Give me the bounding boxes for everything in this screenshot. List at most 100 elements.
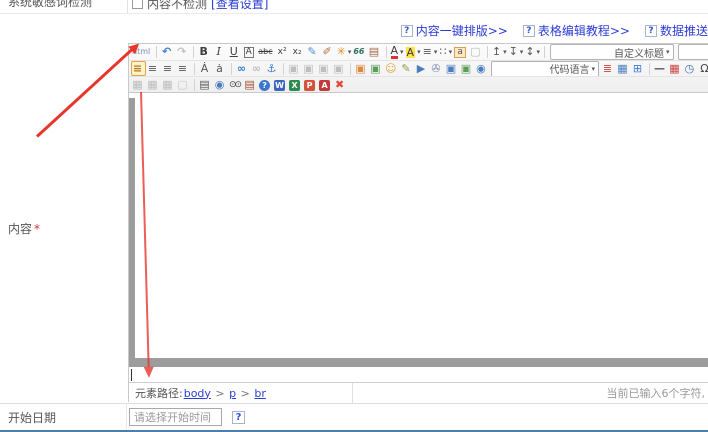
strikethrough-button[interactable]: abc <box>257 45 275 60</box>
start-date-input[interactable] <box>129 408 222 426</box>
font-border-button[interactable]: A <box>242 45 257 60</box>
sensitive-word-field: 内容不检测 [查看设置] <box>127 0 708 13</box>
help-link-anchor[interactable]: 内容一键排版>> <box>416 22 508 39</box>
path-separator: > <box>212 387 228 400</box>
paste-button[interactable]: ▤ <box>243 78 258 93</box>
dropdown-caret-icon: ▾ <box>503 48 507 56</box>
save-remote-image-button[interactable]: ⊞ <box>631 61 646 76</box>
text-cursor <box>131 369 132 381</box>
start-date-row: 开始日期 ? <box>0 403 708 430</box>
auto-typeset-button[interactable]: ✳▾ <box>336 45 353 60</box>
dropdown-caret-icon: ▾ <box>520 48 524 56</box>
remove-format-button[interactable]: ✎ <box>306 45 321 60</box>
paragraph-space-bottom-button[interactable]: ↧▾ <box>508 45 525 60</box>
find-replace-button[interactable]: ⊙⊙ <box>228 78 243 93</box>
attachment-button[interactable]: ✇ <box>429 61 444 76</box>
align-center-button[interactable]: ≡ <box>146 61 161 76</box>
scrawl-button[interactable]: ✎ <box>399 61 414 76</box>
new-document-button[interactable]: ▢ <box>469 45 484 60</box>
editor-content-area[interactable] <box>129 93 708 382</box>
baidu-app-button[interactable]: ◉ <box>474 61 489 76</box>
insert-video-button[interactable]: ▶ <box>414 61 429 76</box>
link-button[interactable]: ∞ <box>235 61 250 76</box>
format-match-button[interactable]: ✐ <box>321 45 336 60</box>
code-language-select[interactable]: 代码语言▾ <box>491 61 599 77</box>
no-detect-checkbox[interactable] <box>132 0 143 9</box>
anchor-button[interactable]: ⚓ <box>265 61 280 76</box>
custom-style-select[interactable]: 自定义标题▾ <box>550 44 674 60</box>
align-right-button[interactable]: ≡ <box>161 61 176 76</box>
date-help-icon[interactable]: ? <box>232 411 245 424</box>
to-lowercase-button[interactable]: ȧ <box>213 61 228 76</box>
background-color-button[interactable]: A▾ <box>405 45 422 60</box>
pdf-import-button[interactable]: A <box>318 78 333 93</box>
dropdown-caret-icon: ▾ <box>666 48 670 56</box>
bold-button[interactable]: B <box>197 45 212 60</box>
help-button[interactable]: ? <box>258 78 273 93</box>
dropdown-caret-icon: ▾ <box>348 48 352 56</box>
dropdown-caret-icon: ▾ <box>400 48 404 56</box>
insert-code-button[interactable]: ≣ <box>601 61 616 76</box>
dropdown-caret-icon: ▾ <box>591 65 595 73</box>
ordered-list-button[interactable]: ≡▾ <box>422 45 439 60</box>
element-path-tag-link[interactable]: br <box>254 387 266 400</box>
insert-time-button[interactable]: ◷ <box>683 61 698 76</box>
paragraph-select[interactable]: 段落▾ <box>678 44 708 60</box>
required-mark: * <box>34 222 40 236</box>
delete-row-button: ▢ <box>176 78 191 93</box>
image-center-button: ▣ <box>317 61 332 76</box>
word-import-button[interactable]: W <box>273 78 288 93</box>
element-path-tag-link[interactable]: p <box>229 387 236 400</box>
dropdown-caret-icon: ▾ <box>417 48 421 56</box>
insert-image-button[interactable]: ▣ <box>354 61 369 76</box>
insert-date-button[interactable]: ▦ <box>668 61 683 76</box>
merge-cells-button: ▦ <box>131 78 146 93</box>
help-link-anchor[interactable]: 数据推送 <box>660 22 708 39</box>
toolbar-row-1: html↶↷BIUAabcx²x₂✎✐✳▾66▤A▾A▾≡▾∷▾a▢↥▾↧▾↕▾… <box>129 44 708 61</box>
unordered-list-button[interactable]: ∷▾ <box>438 45 453 60</box>
paste-plain-button[interactable]: ▤ <box>368 45 383 60</box>
help-link-anchor[interactable]: 表格编辑教程>> <box>538 22 630 39</box>
select-all-button[interactable]: a <box>453 45 469 60</box>
italic-button[interactable]: I <box>212 45 227 60</box>
paragraph-space-top-button[interactable]: ↥▾ <box>491 45 508 60</box>
word-count: 当前已输入6个字符, <box>353 383 708 403</box>
subscript-button[interactable]: x₂ <box>291 45 306 60</box>
image-right-button: ▣ <box>332 61 347 76</box>
rich-text-editor: html↶↷BIUAabcx²x₂✎✐✳▾66▤A▾A▾≡▾∷▾a▢↥▾↧▾↕▾… <box>128 43 708 402</box>
align-justify-button[interactable]: ≡ <box>176 61 191 76</box>
horizontal-rule-button[interactable]: — <box>653 61 668 76</box>
emotion-button[interactable]: ☺ <box>384 61 399 76</box>
blockquote-button[interactable]: 66 <box>352 45 367 60</box>
view-source-button[interactable]: html <box>131 45 153 60</box>
superscript-button[interactable]: x² <box>276 45 291 60</box>
help-link: ? 数据推送 <box>645 22 708 39</box>
snap-screen-button[interactable]: ▣ <box>444 61 459 76</box>
ppt-import-button[interactable]: P <box>303 78 318 93</box>
split-cell-button: ▦ <box>146 78 161 93</box>
sensitive-word-label: 系统敏感词检测 <box>0 0 127 13</box>
start-date-label: 开始日期 <box>0 404 127 430</box>
preview-button[interactable]: ◉ <box>213 78 228 93</box>
element-path-links: body > p > br <box>183 387 267 400</box>
insert-map-button[interactable]: ▣ <box>459 61 474 76</box>
print-button[interactable]: ▤ <box>198 78 213 93</box>
upload-image-button[interactable]: ▣ <box>369 61 384 76</box>
element-path-tag-link[interactable]: body <box>184 387 211 400</box>
baidu-map-button[interactable]: ▦ <box>616 61 631 76</box>
align-left-button[interactable]: ≡ <box>131 61 146 76</box>
toolbar-row-2: ≡≡≡≡Ȧȧ∞∞⚓▣▣▣▣▣▣☺✎▶✇▣▣◉代码语言▾≣▦⊞—▦◷Ω▣♪▦▦▦▦ <box>129 61 708 77</box>
underline-button[interactable]: U <box>227 45 242 60</box>
line-height-button[interactable]: ↕▾ <box>524 45 541 60</box>
question-icon: ? <box>401 25 413 37</box>
editor-statusbar: 元素路径: body > p > br 当前已输入6个字符, <box>129 382 708 403</box>
font-color-button[interactable]: A▾ <box>390 45 405 60</box>
special-chars-button[interactable]: Ω <box>698 61 708 76</box>
unlink-button: ∞ <box>250 61 265 76</box>
clear-content-button[interactable]: ✖ <box>333 78 348 93</box>
merge-right-button: ▦ <box>161 78 176 93</box>
excel-import-button[interactable]: X <box>288 78 303 93</box>
to-uppercase-button[interactable]: Ȧ <box>198 61 213 76</box>
view-settings-link[interactable]: [查看设置] <box>211 0 268 12</box>
undo-button[interactable]: ↶ <box>160 45 175 60</box>
